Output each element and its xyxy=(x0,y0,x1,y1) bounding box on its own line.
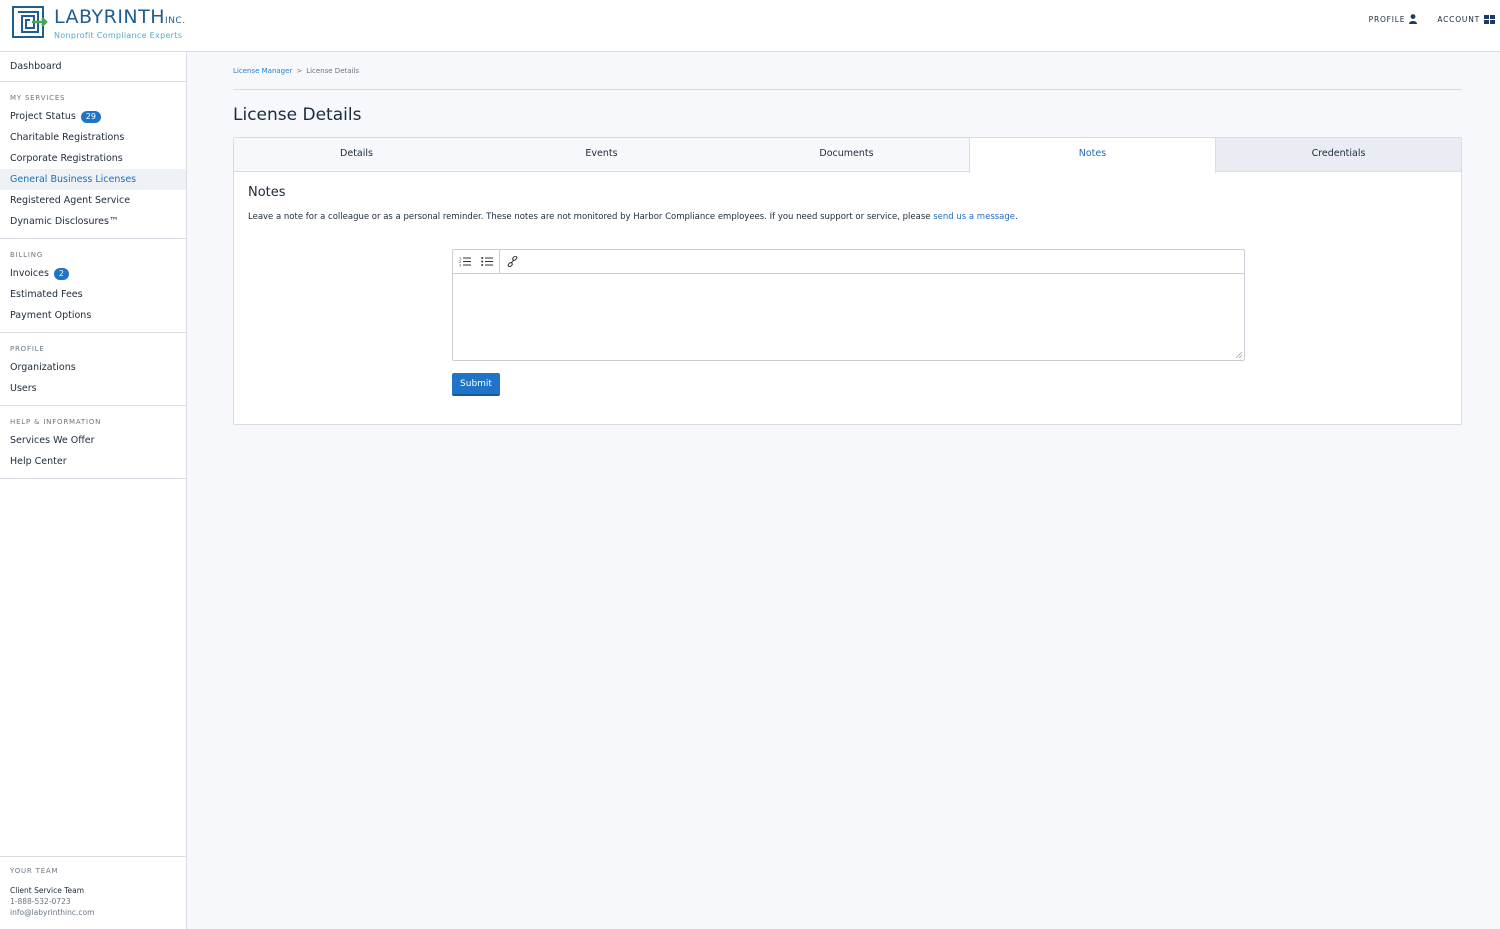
bullet-list-button[interactable] xyxy=(479,254,495,270)
sidebar-section-billing: BILLING Invoices 2 Estimated Fees Payment… xyxy=(0,239,186,333)
team-email[interactable]: info@labyrinthinc.com xyxy=(10,907,176,918)
notes-panel: Notes Leave a note for a colleague or as… xyxy=(234,172,1461,235)
note-textarea[interactable] xyxy=(453,274,1244,360)
sidebar-top-section: Dashboard xyxy=(0,52,186,82)
svg-text:3: 3 xyxy=(459,264,461,268)
insert-link-button[interactable] xyxy=(504,254,520,270)
page-title: License Details xyxy=(233,105,362,125)
tab-details[interactable]: Details xyxy=(234,138,479,171)
sidebar-item-services-we-offer[interactable]: Services We Offer xyxy=(0,430,186,451)
sidebar-section-profile: PROFILE Organizations Users xyxy=(0,333,186,406)
notes-description-text: Leave a note for a colleague or as a per… xyxy=(248,212,934,222)
team-heading: YOUR TEAM xyxy=(10,867,59,875)
sidebar-section-my-services: MY SERVICES Project Status 29 Charitable … xyxy=(0,82,186,239)
license-details-card: Details Events Documents Notes Credentia… xyxy=(233,137,1462,425)
logo-inc: INC. xyxy=(165,16,186,26)
sidebar-item-users[interactable]: Users xyxy=(0,378,186,399)
tab-bar: Details Events Documents Notes Credentia… xyxy=(234,138,1461,173)
tab-documents[interactable]: Documents xyxy=(724,138,969,171)
top-header: LABYRINTHINC. Nonprofit Compliance Exper… xyxy=(0,0,1500,52)
breadcrumb-separator: > xyxy=(296,67,303,75)
sidebar-item-label: General Business Licenses xyxy=(10,174,137,185)
sidebar-item-label: Charitable Registrations xyxy=(10,132,125,143)
breadcrumb-link-license-manager[interactable]: License Manager xyxy=(233,67,292,89)
sidebar-item-payment-options[interactable]: Payment Options xyxy=(0,305,186,326)
send-message-link[interactable]: send us a message xyxy=(933,212,1015,222)
note-editor: 123 xyxy=(452,249,1245,361)
list-tool-group: 123 xyxy=(453,250,500,273)
sidebar-heading: HELP & INFORMATION xyxy=(10,418,102,426)
submit-button[interactable]: Submit xyxy=(452,373,500,396)
labyrinth-logo-icon xyxy=(12,6,48,38)
sidebar-item-label: Dynamic Disclosures™ xyxy=(10,216,119,227)
resize-handle-icon[interactable] xyxy=(1236,352,1242,358)
sidebar-item-project-status[interactable]: Project Status 29 xyxy=(0,106,186,127)
team-name: Client Service Team xyxy=(10,886,85,895)
sidebar-item-label: Project Status xyxy=(10,111,76,122)
sidebar-item-corporate-registrations[interactable]: Corporate Registrations xyxy=(0,148,186,169)
breadcrumb: License Manager > License Details xyxy=(233,52,1462,90)
editor-toolbar: 123 xyxy=(453,250,1244,274)
logo-name: LABYRINTH xyxy=(54,6,166,28)
profile-menu[interactable]: PROFILE xyxy=(1369,14,1418,24)
profile-menu-label: PROFILE xyxy=(1368,14,1406,24)
top-nav: PROFILE ACCOUNT xyxy=(1369,14,1495,24)
sidebar-item-label: Corporate Registrations xyxy=(10,153,123,164)
sidebar-item-invoices[interactable]: Invoices 2 xyxy=(0,263,186,284)
sidebar-item-label: Help Center xyxy=(10,456,67,467)
notes-description-end: . xyxy=(1015,212,1018,222)
tab-credentials[interactable]: Credentials xyxy=(1216,138,1461,171)
sidebar-item-estimated-fees[interactable]: Estimated Fees xyxy=(0,284,186,305)
link-tool-group xyxy=(500,250,524,273)
notes-description: Leave a note for a colleague or as a per… xyxy=(248,212,1447,222)
sidebar-item-label: Users xyxy=(10,383,37,394)
sidebar-item-general-business-licenses[interactable]: General Business Licenses xyxy=(0,169,186,190)
sidebar-item-label: Invoices xyxy=(10,268,49,279)
count-badge: 29 xyxy=(80,110,101,123)
sidebar-heading: BILLING xyxy=(10,251,43,259)
sidebar-item-label: Estimated Fees xyxy=(10,289,83,300)
labyrinth-logo[interactable]: LABYRINTHINC. Nonprofit Compliance Exper… xyxy=(12,6,186,46)
logo-tagline: Nonprofit Compliance Experts xyxy=(54,31,183,40)
grid-icon xyxy=(1484,14,1495,24)
ordered-list-icon: 123 xyxy=(459,257,471,268)
sidebar-item-label: Registered Agent Service xyxy=(10,195,131,206)
user-icon xyxy=(1409,14,1418,24)
sidebar: Dashboard MY SERVICES Project Status 29 C… xyxy=(0,52,187,929)
sidebar-item-charitable-registrations[interactable]: Charitable Registrations xyxy=(0,127,186,148)
count-badge: 2 xyxy=(53,267,70,280)
team-phone[interactable]: 1-888-532-0723 xyxy=(10,896,176,907)
sidebar-item-organizations[interactable]: Organizations xyxy=(0,357,186,378)
ordered-list-button[interactable]: 123 xyxy=(457,254,473,270)
sidebar-item-help-center[interactable]: Help Center xyxy=(0,451,186,472)
link-icon xyxy=(507,256,517,267)
sidebar-heading: MY SERVICES xyxy=(10,94,66,102)
sidebar-item-label: Payment Options xyxy=(10,310,92,321)
your-team-panel: YOUR TEAM Client Service Team 1-888-532-… xyxy=(0,856,186,929)
main-content: License Manager > License Details Licens… xyxy=(233,52,1462,425)
sidebar-item-label: Dashboard xyxy=(10,61,62,72)
account-menu-label: ACCOUNT xyxy=(1437,14,1480,24)
sidebar-item-registered-agent-service[interactable]: Registered Agent Service xyxy=(0,190,186,211)
tab-notes[interactable]: Notes xyxy=(969,138,1216,173)
breadcrumb-current: License Details xyxy=(306,67,360,75)
sidebar-section-help: HELP & INFORMATION Services We Offer Hel… xyxy=(0,406,186,479)
account-menu[interactable]: ACCOUNT xyxy=(1437,14,1495,24)
bullet-list-icon xyxy=(481,257,493,266)
sidebar-item-label: Services We Offer xyxy=(10,435,95,446)
sidebar-heading: PROFILE xyxy=(10,345,45,353)
sidebar-item-dynamic-disclosures[interactable]: Dynamic Disclosures™ xyxy=(0,211,186,232)
tab-events[interactable]: Events xyxy=(479,138,724,171)
sidebar-item-label: Organizations xyxy=(10,362,76,373)
notes-title: Notes xyxy=(248,185,286,200)
sidebar-item-dashboard[interactable]: Dashboard xyxy=(0,56,186,77)
